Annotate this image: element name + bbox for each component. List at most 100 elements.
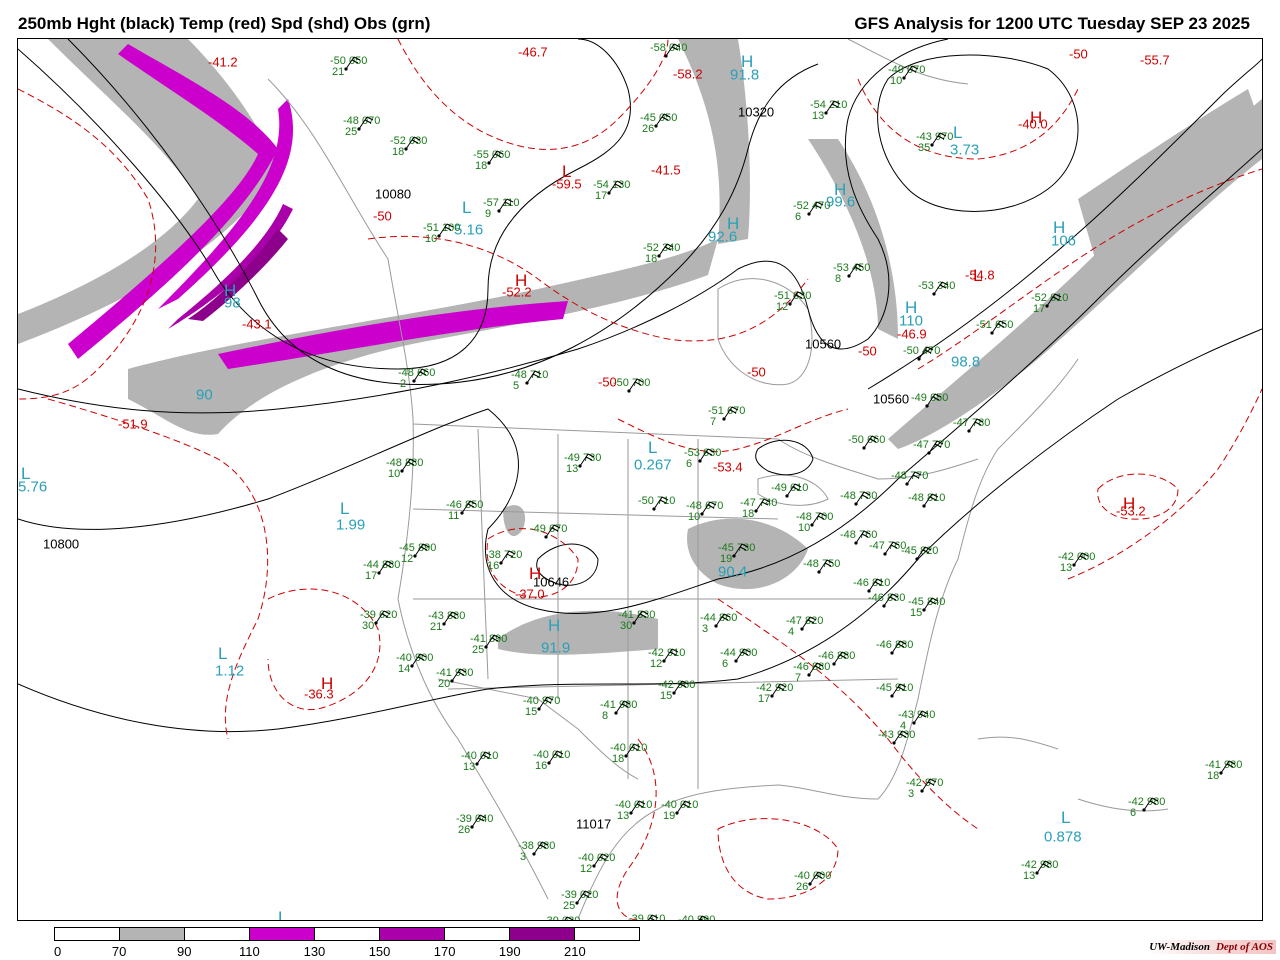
station-dewpoint-depression: 12 [401, 553, 413, 565]
station-dewpoint-depression: 3 [702, 623, 708, 635]
height-label: 10320 [738, 105, 774, 120]
station-plot: -50 710 [638, 495, 675, 511]
station-temp: -39 [628, 913, 644, 920]
station-dewpoint-depression: 19 [663, 810, 675, 822]
station-dewpoint-depression: 7 [795, 672, 801, 684]
station-dewpoint-depression: 13 [812, 110, 824, 122]
station-plot: -55 06018 [473, 149, 510, 172]
station-plot: -47 770 [913, 439, 950, 455]
speed-legend-ticks: 0 70 90 110 130 150 170 190 210 [54, 944, 640, 960]
map-canvas: -41.2-46.7 -50 -55.7-40.0-58.2-41.5-59.5-5… [18, 39, 1262, 920]
station-plot: -53 340 [918, 280, 955, 296]
station-dewpoint-depression: 10 [688, 511, 700, 523]
height-label: 10560 [873, 392, 909, 407]
station-plot: -41 89025 [470, 633, 507, 656]
low-center: L [953, 123, 962, 142]
legend-tick-label: 150 [368, 944, 391, 959]
temperature-label: -43.1 [242, 317, 272, 332]
station-dewpoint-depression: 7 [710, 416, 716, 428]
station-plot: -38 72016 [485, 549, 522, 572]
station-plot: -49 610 [771, 482, 808, 498]
height-label: 11017 [576, 817, 611, 832]
legend-tick-label: 130 [303, 944, 326, 959]
station-plot: -46 880 [876, 639, 913, 655]
station-plot: -41 93020 [436, 667, 473, 690]
station-plot: -40 01013 [615, 799, 652, 822]
greenland-coast [847, 39, 969, 85]
station-plot: -40 00026 [794, 870, 831, 893]
station-plot: -40 01016 [533, 749, 570, 772]
station-plot: -58 040 [650, 42, 687, 58]
speed-legend-colorbar [54, 927, 640, 941]
station-plot: -40 01019 [661, 799, 698, 822]
station-temp: -49 [771, 482, 787, 494]
height-label: 10080 [375, 187, 411, 202]
credit-org: UW-Madison [1149, 941, 1210, 953]
speed-label: 98.8 [951, 353, 980, 370]
state-lines [412, 428, 899, 789]
station-plot: -45 89012 [399, 542, 436, 565]
station-dewpoint-depression: 25 [345, 126, 357, 138]
station-dewpoint-depression: 9 [485, 208, 491, 220]
station-dewpoint-depression: 3 [520, 851, 526, 863]
station-dewpoint-depression: 13 [1060, 562, 1072, 574]
speed-label: 0.267 [634, 456, 672, 473]
station-dewpoint-depression: 12 [776, 301, 788, 313]
temperature-label: -55.7 [1140, 53, 1170, 68]
legend-segment [575, 928, 639, 940]
speed-label: 5.76 [18, 478, 47, 495]
station-plot: -45 910 [876, 682, 913, 698]
station-dewpoint-depression: 10 [798, 522, 810, 534]
temp-contour-14 [717, 598, 979, 830]
station-dewpoint-depression: 14 [398, 663, 410, 675]
station-dewpoint-depression: 13 [617, 810, 629, 822]
high-center: H [1030, 108, 1042, 127]
station-plot: -39 62030 [360, 609, 397, 632]
station-plot: -50 470 [903, 345, 940, 361]
station-plot: -42 92017 [756, 682, 793, 705]
jet-shade-gray-quebec [808, 139, 898, 339]
low-center: L [278, 908, 287, 920]
low-center: L [973, 266, 982, 285]
station-plot: -50 660 [848, 434, 885, 450]
legend-segment [510, 928, 575, 940]
speed-label: 90.4 [718, 563, 747, 580]
station-plot: -50 700 [613, 377, 650, 393]
station-dewpoint-depression: 26 [642, 123, 654, 135]
station-dewpoint-depression: 18 [475, 160, 487, 172]
legend-segment [120, 928, 185, 940]
station-dewpoint-depression: 30 [362, 620, 374, 632]
station-plot: -43 88021 [428, 610, 465, 633]
station-dewpoint-depression: 12 [580, 863, 592, 875]
station-plot: -51 650 [976, 319, 1013, 335]
station-dewpoint-depression: 18 [742, 508, 754, 520]
station-plot: -48 88010 [386, 457, 423, 480]
credit-dept: Dept of AOS [1215, 941, 1273, 953]
station-plot: -50 05021 [330, 55, 367, 78]
station-dewpoint-depression: 8 [602, 710, 608, 722]
legend-tick-label: 110 [238, 944, 260, 959]
legend-tick-label: 90 [176, 944, 192, 959]
station-dewpoint-depression: 6 [795, 211, 801, 223]
station-plot: -45 84015 [908, 596, 945, 619]
station-dewpoint-depression: 16 [535, 760, 547, 772]
station-temp: -51 [976, 319, 992, 331]
legend-segment [55, 928, 120, 940]
low-center: L [648, 438, 657, 457]
station-dewpoint-depression: 25 [563, 900, 575, 912]
station-plot: -52 4706 [793, 200, 830, 223]
station-dewpoint-depression: 6 [686, 458, 692, 470]
station-dewpoint-depression: 13 [463, 761, 475, 773]
station-dewpoint-depression: 3 [908, 788, 914, 800]
temperature-label: -50 [1069, 47, 1088, 62]
station-plot: -42 96015 [658, 679, 695, 702]
station-dewpoint-depression: 4 [788, 626, 794, 638]
station-plot: -46 85011 [446, 499, 483, 522]
temperature-label: -51.9 [118, 417, 148, 432]
canada-us-border [412, 423, 779, 440]
station-temp: -46 [853, 577, 869, 589]
station-dewpoint-depression: 25 [472, 644, 484, 656]
station-plot: -40 02012 [578, 852, 615, 875]
jet-shade-gray-kansas [503, 505, 526, 537]
station-dewpoint-depression: 12 [650, 658, 662, 670]
